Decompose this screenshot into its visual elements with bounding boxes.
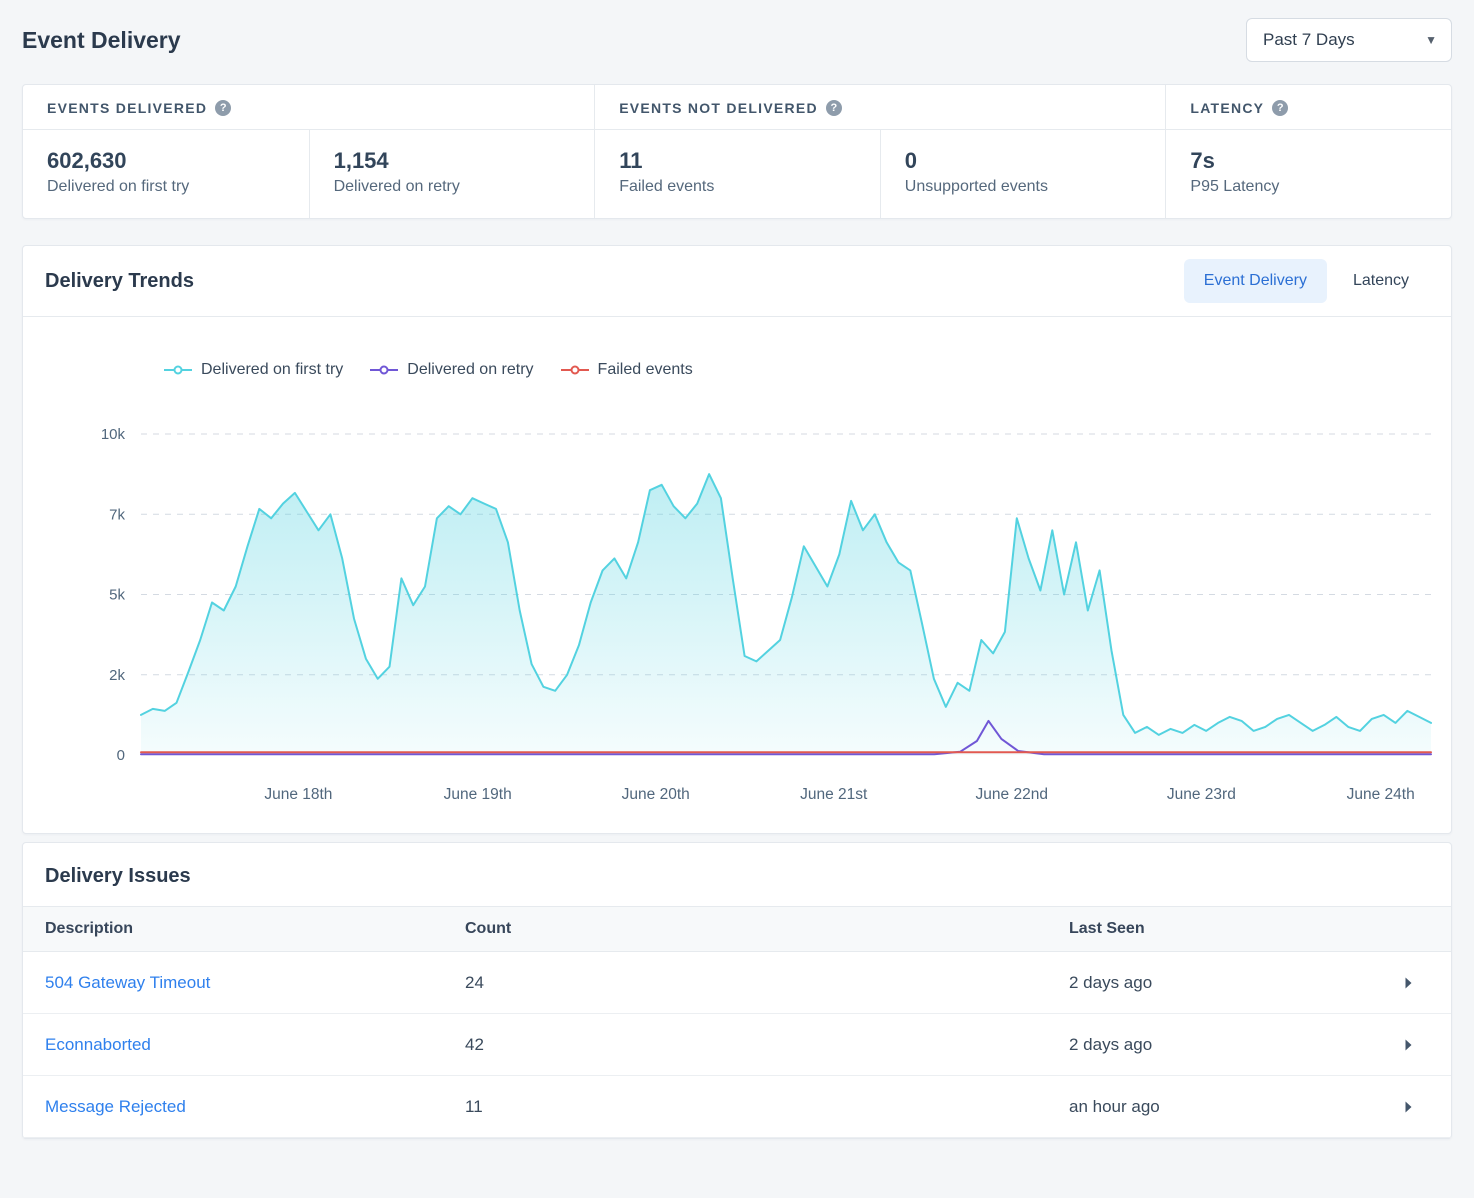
issue-link[interactable]: Econnaborted xyxy=(45,1035,151,1054)
legend-label: Delivered on retry xyxy=(407,361,533,379)
svg-text:June 20th: June 20th xyxy=(622,786,690,803)
stat-unsupported-events: 0 Unsupported events xyxy=(880,130,1166,218)
issues-title: Delivery Issues xyxy=(23,843,1451,906)
column-header-last-seen: Last Seen xyxy=(1069,920,1387,938)
issue-last-seen: an hour ago xyxy=(1069,1097,1387,1117)
chart-area: 0 2k 5k 7k 10k June 18th June 19th June 20th Jun… xyxy=(23,379,1451,833)
chevron-right-icon[interactable] xyxy=(1387,1038,1451,1052)
page-header: Event Delivery Past 7 Days ▼ xyxy=(22,18,1452,62)
issues-table-header: Description Count Last Seen xyxy=(23,906,1451,952)
stat-value: 1,154 xyxy=(334,148,571,174)
help-icon[interactable]: ? xyxy=(215,100,231,116)
table-row[interactable]: Econnaborted 42 2 days ago xyxy=(23,1014,1451,1076)
legend-label: Delivered on first try xyxy=(201,361,343,379)
svg-text:June 24th: June 24th xyxy=(1347,786,1415,803)
trends-tabs: Event Delivery Latency xyxy=(1184,259,1429,303)
stat-group-latency: LATENCY ? xyxy=(1165,85,1451,130)
stats-summary-card: EVENTS DELIVERED ? EVENTS NOT DELIVERED … xyxy=(22,84,1452,219)
stat-value: 11 xyxy=(619,148,856,174)
stat-label: Delivered on first try xyxy=(47,178,285,196)
svg-text:June 18th: June 18th xyxy=(264,786,332,803)
svg-text:June 22nd: June 22nd xyxy=(976,786,1048,803)
svg-text:June 21st: June 21st xyxy=(800,786,868,803)
chart-legend: Delivered on first try Delivered on retr… xyxy=(163,361,1451,379)
stat-value: 0 xyxy=(905,148,1142,174)
stat-label: Delivered on retry xyxy=(334,178,571,196)
delivery-issues-card: Delivery Issues Description Count Last S… xyxy=(22,842,1452,1139)
stat-label: P95 Latency xyxy=(1190,178,1427,196)
chevron-right-icon[interactable] xyxy=(1387,1100,1451,1114)
help-icon[interactable]: ? xyxy=(826,100,842,116)
tab-latency[interactable]: Latency xyxy=(1333,259,1429,303)
svg-text:2k: 2k xyxy=(109,667,125,684)
svg-text:5k: 5k xyxy=(109,587,125,604)
column-header-count: Count xyxy=(465,920,1069,938)
issue-count: 24 xyxy=(465,973,1069,993)
issue-last-seen: 2 days ago xyxy=(1069,973,1387,993)
stat-group-label: EVENTS DELIVERED xyxy=(47,100,207,116)
issue-count: 11 xyxy=(465,1097,1069,1117)
date-range-select[interactable]: Past 7 Days ▼ xyxy=(1246,18,1452,62)
stat-label: Unsupported events xyxy=(905,178,1142,196)
page-title: Event Delivery xyxy=(22,27,181,54)
svg-text:7k: 7k xyxy=(109,506,125,523)
stat-group-events-not-delivered: EVENTS NOT DELIVERED ? xyxy=(594,85,1165,130)
svg-text:0: 0 xyxy=(117,747,125,764)
issue-last-seen: 2 days ago xyxy=(1069,1035,1387,1055)
tab-event-delivery[interactable]: Event Delivery xyxy=(1184,259,1327,303)
stat-delivered-on-retry: 1,154 Delivered on retry xyxy=(309,130,595,218)
stat-group-label: LATENCY xyxy=(1190,100,1264,116)
table-row[interactable]: 504 Gateway Timeout 24 2 days ago xyxy=(23,952,1451,1014)
stat-delivered-first-try: 602,630 Delivered on first try xyxy=(23,130,309,218)
stat-group-events-delivered: EVENTS DELIVERED ? xyxy=(23,85,594,130)
svg-text:June 19th: June 19th xyxy=(444,786,512,803)
trends-title: Delivery Trends xyxy=(45,270,194,293)
column-header-description: Description xyxy=(45,920,465,938)
chevron-down-icon: ▼ xyxy=(1425,33,1437,47)
legend-item-delivered-first-try[interactable]: Delivered on first try xyxy=(163,361,343,379)
date-range-value: Past 7 Days xyxy=(1263,30,1355,50)
legend-item-delivered-on-retry[interactable]: Delivered on retry xyxy=(369,361,533,379)
chevron-right-icon[interactable] xyxy=(1387,976,1451,990)
stats-grid: EVENTS DELIVERED ? EVENTS NOT DELIVERED … xyxy=(23,85,1451,218)
help-icon[interactable]: ? xyxy=(1272,100,1288,116)
table-row[interactable]: Message Rejected 11 an hour ago xyxy=(23,1076,1451,1138)
issue-count: 42 xyxy=(465,1035,1069,1055)
trends-header: Delivery Trends Event Delivery Latency xyxy=(23,246,1451,317)
issue-link[interactable]: Message Rejected xyxy=(45,1097,186,1116)
legend-item-failed-events[interactable]: Failed events xyxy=(560,361,693,379)
stat-value: 602,630 xyxy=(47,148,285,174)
legend-line-dot-icon xyxy=(163,364,193,376)
svg-text:10k: 10k xyxy=(101,426,126,443)
stat-value: 7s xyxy=(1190,148,1427,174)
delivery-trends-card: Delivery Trends Event Delivery Latency D… xyxy=(22,245,1452,834)
legend-label: Failed events xyxy=(598,361,693,379)
delivery-trends-chart: 0 2k 5k 7k 10k June 18th June 19th June 20th Jun… xyxy=(23,379,1457,819)
legend-line-dot-icon xyxy=(369,364,399,376)
stat-p95-latency: 7s P95 Latency xyxy=(1165,130,1451,218)
legend-line-dot-icon xyxy=(560,364,590,376)
stat-failed-events: 11 Failed events xyxy=(594,130,880,218)
stat-label: Failed events xyxy=(619,178,856,196)
stat-group-label: EVENTS NOT DELIVERED xyxy=(619,100,818,116)
issue-link[interactable]: 504 Gateway Timeout xyxy=(45,973,210,992)
svg-text:June 23rd: June 23rd xyxy=(1167,786,1236,803)
